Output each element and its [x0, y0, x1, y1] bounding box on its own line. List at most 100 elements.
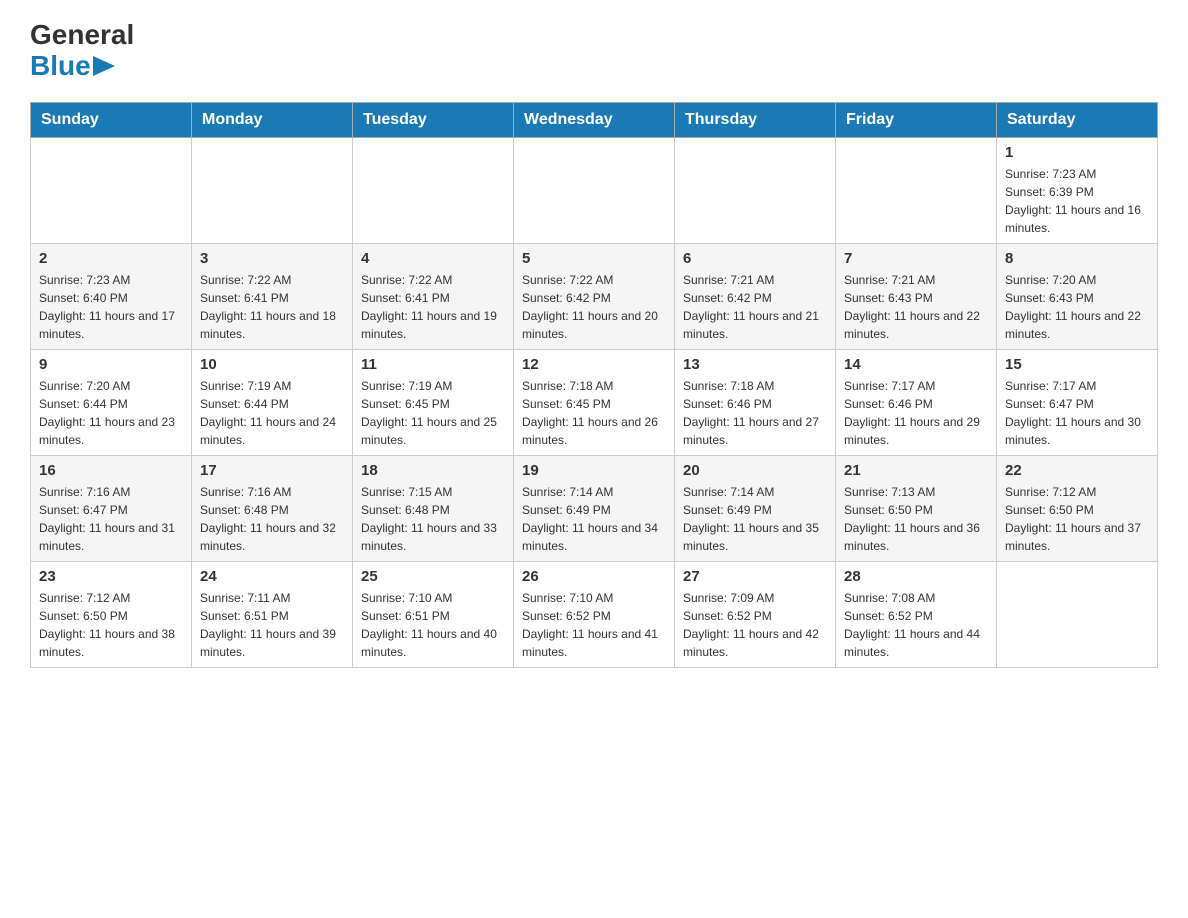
day-number: 17	[200, 462, 344, 479]
day-info: Sunrise: 7:18 AM Sunset: 6:45 PM Dayligh…	[522, 377, 666, 449]
day-number: 14	[844, 356, 988, 373]
calendar-cell	[192, 137, 353, 243]
calendar-cell: 2 Sunrise: 7:23 AM Sunset: 6:40 PM Daylig…	[31, 243, 192, 349]
calendar-cell	[514, 137, 675, 243]
weekday-header-sunday: Sunday	[31, 102, 192, 137]
day-info: Sunrise: 7:10 AM Sunset: 6:51 PM Dayligh…	[361, 589, 505, 661]
calendar-cell: 12 Sunrise: 7:18 AM Sunset: 6:45 PM Dayli…	[514, 349, 675, 455]
day-info: Sunrise: 7:22 AM Sunset: 6:41 PM Dayligh…	[361, 271, 505, 343]
calendar-cell	[997, 561, 1158, 667]
calendar-cell: 23 Sunrise: 7:12 AM Sunset: 6:50 PM Dayli…	[31, 561, 192, 667]
day-number: 18	[361, 462, 505, 479]
calendar-cell: 9 Sunrise: 7:20 AM Sunset: 6:44 PM Daylig…	[31, 349, 192, 455]
calendar-cell: 1 Sunrise: 7:23 AM Sunset: 6:39 PM Daylig…	[997, 137, 1158, 243]
weekday-header-wednesday: Wednesday	[514, 102, 675, 137]
day-info: Sunrise: 7:08 AM Sunset: 6:52 PM Dayligh…	[844, 589, 988, 661]
day-info: Sunrise: 7:21 AM Sunset: 6:42 PM Dayligh…	[683, 271, 827, 343]
calendar-cell: 25 Sunrise: 7:10 AM Sunset: 6:51 PM Dayli…	[353, 561, 514, 667]
day-info: Sunrise: 7:20 AM Sunset: 6:44 PM Dayligh…	[39, 377, 183, 449]
calendar-cell: 21 Sunrise: 7:13 AM Sunset: 6:50 PM Dayli…	[836, 455, 997, 561]
day-number: 2	[39, 250, 183, 267]
weekday-header-thursday: Thursday	[675, 102, 836, 137]
day-number: 28	[844, 568, 988, 585]
calendar-header-row: SundayMondayTuesdayWednesdayThursdayFrid…	[31, 102, 1158, 137]
calendar-week-row: 16 Sunrise: 7:16 AM Sunset: 6:47 PM Dayli…	[31, 455, 1158, 561]
calendar-cell: 13Sunrise: 7:18 AM Sunset: 6:46 PM Dayli…	[675, 349, 836, 455]
day-number: 11	[361, 356, 505, 373]
logo: General Blue	[30, 20, 134, 82]
logo-arrow-icon	[93, 56, 115, 76]
calendar-cell: 8 Sunrise: 7:20 AM Sunset: 6:43 PM Daylig…	[997, 243, 1158, 349]
calendar-cell: 14Sunrise: 7:17 AM Sunset: 6:46 PM Dayli…	[836, 349, 997, 455]
calendar-cell: 27Sunrise: 7:09 AM Sunset: 6:52 PM Dayli…	[675, 561, 836, 667]
calendar-cell: 3 Sunrise: 7:22 AM Sunset: 6:41 PM Daylig…	[192, 243, 353, 349]
day-info: Sunrise: 7:20 AM Sunset: 6:43 PM Dayligh…	[1005, 271, 1149, 343]
calendar-cell	[31, 137, 192, 243]
day-info: Sunrise: 7:22 AM Sunset: 6:42 PM Dayligh…	[522, 271, 666, 343]
calendar-cell: 11 Sunrise: 7:19 AM Sunset: 6:45 PM Dayli…	[353, 349, 514, 455]
day-info: Sunrise: 7:12 AM Sunset: 6:50 PM Dayligh…	[1005, 483, 1149, 555]
calendar-cell: 6 Sunrise: 7:21 AM Sunset: 6:42 PM Daylig…	[675, 243, 836, 349]
day-number: 20	[683, 462, 827, 479]
calendar-cell: 28 Sunrise: 7:08 AM Sunset: 6:52 PM Dayli…	[836, 561, 997, 667]
day-number: 10	[200, 356, 344, 373]
day-number: 13	[683, 356, 827, 373]
calendar-cell: 20 Sunrise: 7:14 AM Sunset: 6:49 PM Dayli…	[675, 455, 836, 561]
day-info: Sunrise: 7:21 AM Sunset: 6:43 PM Dayligh…	[844, 271, 988, 343]
day-info: Sunrise: 7:14 AM Sunset: 6:49 PM Dayligh…	[522, 483, 666, 555]
day-number: 21	[844, 462, 988, 479]
day-info: Sunrise: 7:16 AM Sunset: 6:48 PM Dayligh…	[200, 483, 344, 555]
weekday-header-monday: Monday	[192, 102, 353, 137]
page-header: General Blue	[30, 20, 1158, 82]
day-number: 23	[39, 568, 183, 585]
calendar-cell: 7 Sunrise: 7:21 AM Sunset: 6:43 PM Daylig…	[836, 243, 997, 349]
day-number: 9	[39, 356, 183, 373]
weekday-header-saturday: Saturday	[997, 102, 1158, 137]
day-info: Sunrise: 7:17 AM Sunset: 6:47 PM Dayligh…	[1005, 377, 1149, 449]
calendar-cell: 5 Sunrise: 7:22 AM Sunset: 6:42 PM Daylig…	[514, 243, 675, 349]
day-info: Sunrise: 7:13 AM Sunset: 6:50 PM Dayligh…	[844, 483, 988, 555]
calendar-cell	[836, 137, 997, 243]
calendar-week-row: 2 Sunrise: 7:23 AM Sunset: 6:40 PM Daylig…	[31, 243, 1158, 349]
calendar-cell: 18 Sunrise: 7:15 AM Sunset: 6:48 PM Dayli…	[353, 455, 514, 561]
calendar-cell: 24 Sunrise: 7:11 AM Sunset: 6:51 PM Dayli…	[192, 561, 353, 667]
day-info: Sunrise: 7:19 AM Sunset: 6:45 PM Dayligh…	[361, 377, 505, 449]
calendar-cell: 15Sunrise: 7:17 AM Sunset: 6:47 PM Dayli…	[997, 349, 1158, 455]
day-info: Sunrise: 7:23 AM Sunset: 6:40 PM Dayligh…	[39, 271, 183, 343]
calendar-cell: 10 Sunrise: 7:19 AM Sunset: 6:44 PM Dayli…	[192, 349, 353, 455]
calendar-cell: 22 Sunrise: 7:12 AM Sunset: 6:50 PM Dayli…	[997, 455, 1158, 561]
day-number: 22	[1005, 462, 1149, 479]
logo-blue: Blue	[30, 51, 91, 82]
day-number: 25	[361, 568, 505, 585]
day-info: Sunrise: 7:19 AM Sunset: 6:44 PM Dayligh…	[200, 377, 344, 449]
day-info: Sunrise: 7:14 AM Sunset: 6:49 PM Dayligh…	[683, 483, 827, 555]
calendar-table: SundayMondayTuesdayWednesdayThursdayFrid…	[30, 102, 1158, 668]
calendar-cell	[675, 137, 836, 243]
day-number: 27	[683, 568, 827, 585]
day-info: Sunrise: 7:15 AM Sunset: 6:48 PM Dayligh…	[361, 483, 505, 555]
calendar-body: 1 Sunrise: 7:23 AM Sunset: 6:39 PM Daylig…	[31, 137, 1158, 667]
day-info: Sunrise: 7:16 AM Sunset: 6:47 PM Dayligh…	[39, 483, 183, 555]
day-number: 7	[844, 250, 988, 267]
day-number: 12	[522, 356, 666, 373]
calendar-week-row: 1 Sunrise: 7:23 AM Sunset: 6:39 PM Daylig…	[31, 137, 1158, 243]
day-number: 16	[39, 462, 183, 479]
day-info: Sunrise: 7:12 AM Sunset: 6:50 PM Dayligh…	[39, 589, 183, 661]
day-number: 6	[683, 250, 827, 267]
day-number: 1	[1005, 144, 1149, 161]
day-number: 3	[200, 250, 344, 267]
day-number: 8	[1005, 250, 1149, 267]
day-info: Sunrise: 7:22 AM Sunset: 6:41 PM Dayligh…	[200, 271, 344, 343]
calendar-cell: 16 Sunrise: 7:16 AM Sunset: 6:47 PM Dayli…	[31, 455, 192, 561]
weekday-header-tuesday: Tuesday	[353, 102, 514, 137]
calendar-cell	[353, 137, 514, 243]
day-number: 19	[522, 462, 666, 479]
day-info: Sunrise: 7:23 AM Sunset: 6:39 PM Dayligh…	[1005, 165, 1149, 237]
day-number: 5	[522, 250, 666, 267]
day-number: 4	[361, 250, 505, 267]
weekday-header-friday: Friday	[836, 102, 997, 137]
day-number: 24	[200, 568, 344, 585]
day-info: Sunrise: 7:11 AM Sunset: 6:51 PM Dayligh…	[200, 589, 344, 661]
logo-general: General	[30, 19, 134, 50]
day-number: 26	[522, 568, 666, 585]
